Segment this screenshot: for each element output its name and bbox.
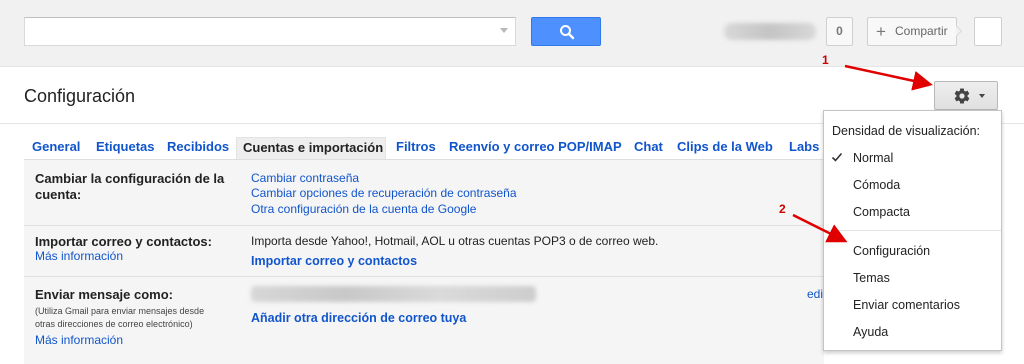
annotation-arrow-1	[844, 64, 933, 91]
edit-info-link[interactable]: edi	[807, 287, 823, 301]
row-divider	[24, 276, 824, 277]
email-address-redacted	[251, 286, 536, 302]
search-input[interactable]	[24, 17, 516, 46]
share-button[interactable]: + Compartir	[867, 17, 957, 46]
account-settings-title: Cambiar la configuración de la cuenta:	[35, 171, 225, 202]
menu-item-themes[interactable]: Temas	[853, 271, 890, 285]
tab-labs[interactable]: Labs	[789, 137, 819, 159]
plus-icon: +	[876, 22, 886, 41]
tab-recibidos[interactable]: Recibidos	[167, 137, 229, 159]
import-title: Importar correo y contactos:	[35, 234, 212, 249]
gear-icon	[954, 88, 970, 104]
send-as-title: Enviar mensaje como:	[35, 287, 173, 302]
account-name-redacted[interactable]	[724, 23, 816, 40]
tab-chat[interactable]: Chat	[634, 137, 663, 159]
google-account-settings-link[interactable]: Otra configuración de la cuenta de Googl…	[251, 202, 476, 216]
menu-item-send-feedback[interactable]: Enviar comentarios	[853, 298, 960, 312]
density-compact-option[interactable]: Compacta	[853, 205, 910, 219]
add-email-address-link[interactable]: Añadir otra dirección de correo tuya	[251, 311, 466, 325]
menu-separator	[824, 230, 1001, 231]
search-options-chevron-icon[interactable]	[500, 28, 508, 33]
send-as-more-info-link[interactable]: Más información	[35, 333, 123, 347]
density-heading: Densidad de visualización:	[832, 124, 981, 138]
check-icon	[831, 152, 843, 162]
import-more-info-link[interactable]: Más información	[35, 249, 123, 263]
density-comfortable-option[interactable]: Cómoda	[853, 178, 900, 192]
menu-item-settings[interactable]: Configuración	[853, 244, 930, 258]
notification-count[interactable]: 0	[826, 17, 853, 46]
chevron-down-icon	[979, 94, 985, 98]
row-divider	[24, 225, 824, 226]
menu-item-help[interactable]: Ayuda	[853, 325, 888, 339]
tab-etiquetas[interactable]: Etiquetas	[96, 137, 155, 159]
annotation-step-2: 2	[779, 202, 786, 216]
tab-reenvio-pop-imap[interactable]: Reenvío y correo POP/IMAP	[449, 137, 622, 159]
density-normal-option[interactable]: Normal	[853, 151, 893, 165]
share-label: Compartir	[895, 24, 948, 38]
change-password-link[interactable]: Cambiar contraseña	[251, 171, 359, 185]
tab-filtros[interactable]: Filtros	[396, 137, 436, 159]
avatar[interactable]	[974, 17, 1002, 46]
import-description: Importa desde Yahoo!, Hotmail, AOL u otr…	[251, 234, 659, 248]
import-mail-contacts-link[interactable]: Importar correo y contactos	[251, 254, 417, 268]
annotation-step-1: 1	[822, 53, 829, 67]
tab-cuentas-importacion[interactable]: Cuentas e importación	[236, 137, 386, 159]
search-icon	[560, 25, 575, 40]
search-button[interactable]	[531, 17, 601, 46]
send-as-note: (Utiliza Gmail para enviar mensajes desd…	[35, 306, 205, 329]
settings-gear-button[interactable]	[934, 81, 998, 110]
tab-general[interactable]: General	[32, 137, 80, 159]
page-title: Configuración	[24, 86, 136, 106]
tab-clips-web[interactable]: Clips de la Web	[677, 137, 773, 159]
top-bar: 0 + Compartir	[0, 0, 1024, 67]
settings-dropdown-menu: Densidad de visualización: Normal Cómoda…	[823, 110, 1002, 351]
change-recovery-options-link[interactable]: Cambiar opciones de recuperación de cont…	[251, 186, 517, 200]
